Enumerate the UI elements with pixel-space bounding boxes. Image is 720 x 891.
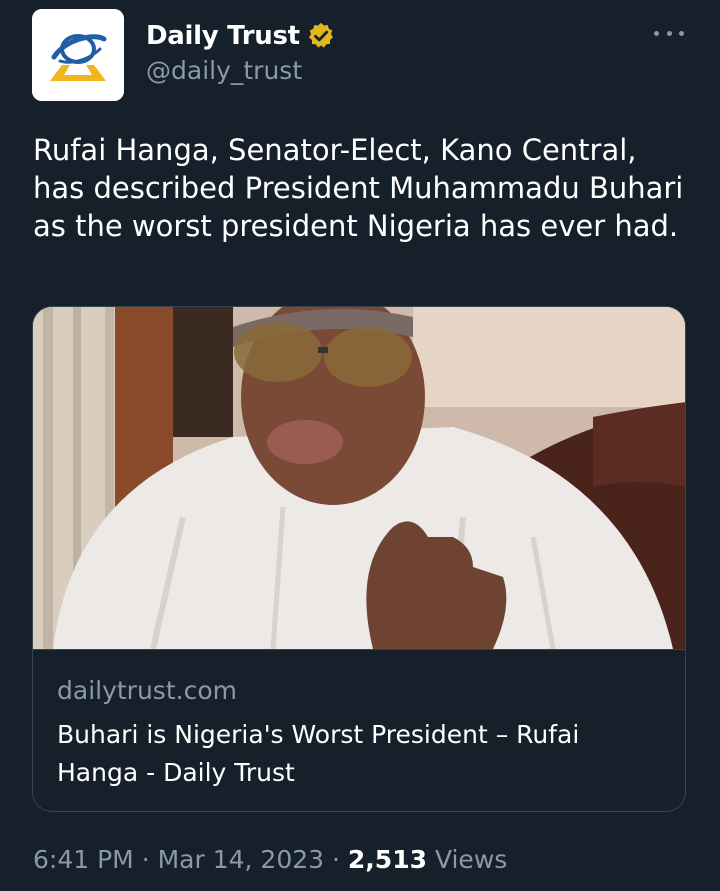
- views-count[interactable]: 2,513: [348, 845, 427, 874]
- daily-trust-logo-icon: [32, 9, 124, 101]
- card-image[interactable]: [33, 307, 685, 649]
- verified-badge-icon: [306, 21, 336, 51]
- dot: [654, 30, 659, 36]
- tweet-date[interactable]: Mar 14, 2023: [158, 845, 324, 874]
- portrait-photo: [33, 307, 685, 649]
- more-horizontal-icon[interactable]: [654, 22, 684, 44]
- name-row: Daily Trust: [146, 18, 336, 54]
- tweet: Daily Trust @daily_trust Rufai Hanga, Se…: [0, 0, 720, 891]
- avatar[interactable]: [32, 9, 124, 101]
- dot: [679, 30, 684, 36]
- tweet-time[interactable]: 6:41 PM: [33, 845, 134, 874]
- tweet-meta: 6:41 PM · Mar 14, 2023 · 2,513 Views: [33, 845, 507, 874]
- card-domain: dailytrust.com: [57, 676, 237, 705]
- separator: ·: [141, 845, 150, 874]
- dot: [666, 30, 672, 36]
- display-name[interactable]: Daily Trust: [146, 21, 300, 51]
- views-label: Views: [434, 845, 508, 874]
- tweet-text: Rufai Hanga, Senator-Elect, Kano Central…: [33, 133, 684, 243]
- card-title: Buhari is Nigeria's Worst President – Ru…: [57, 720, 580, 787]
- handle[interactable]: @daily_trust: [146, 56, 302, 85]
- link-card[interactable]: dailytrust.com Buhari is Nigeria's Worst…: [32, 306, 686, 812]
- card-meta[interactable]: dailytrust.com Buhari is Nigeria's Worst…: [33, 649, 685, 811]
- separator: ·: [332, 845, 340, 874]
